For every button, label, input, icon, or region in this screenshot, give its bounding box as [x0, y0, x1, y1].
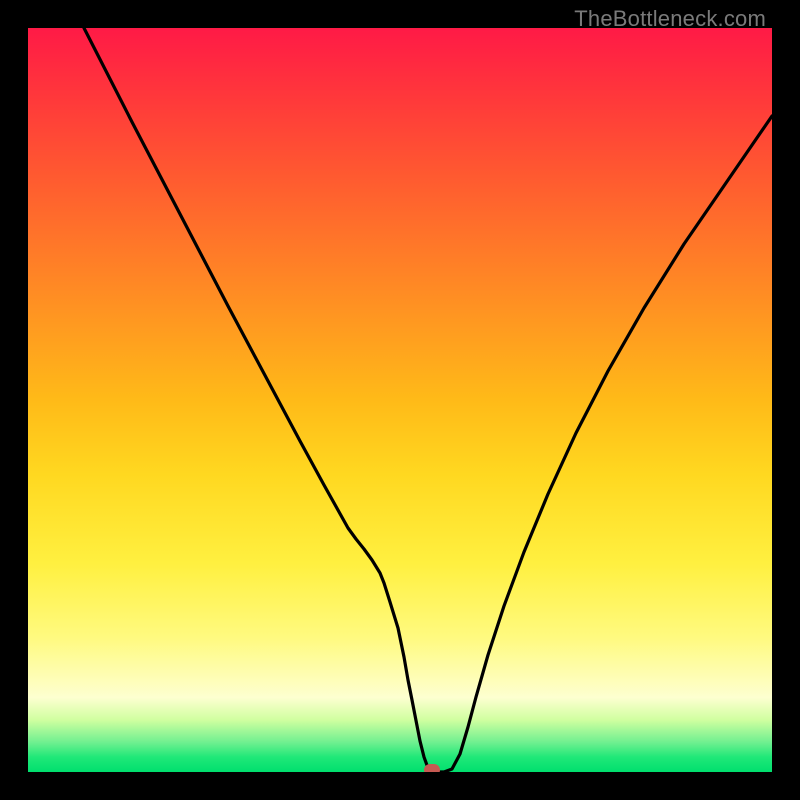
bottleneck-curve [28, 28, 772, 772]
chart-frame: TheBottleneck.com [0, 0, 800, 800]
watermark-text: TheBottleneck.com [574, 6, 766, 32]
plot-area [28, 28, 772, 772]
optimum-marker [424, 764, 440, 772]
